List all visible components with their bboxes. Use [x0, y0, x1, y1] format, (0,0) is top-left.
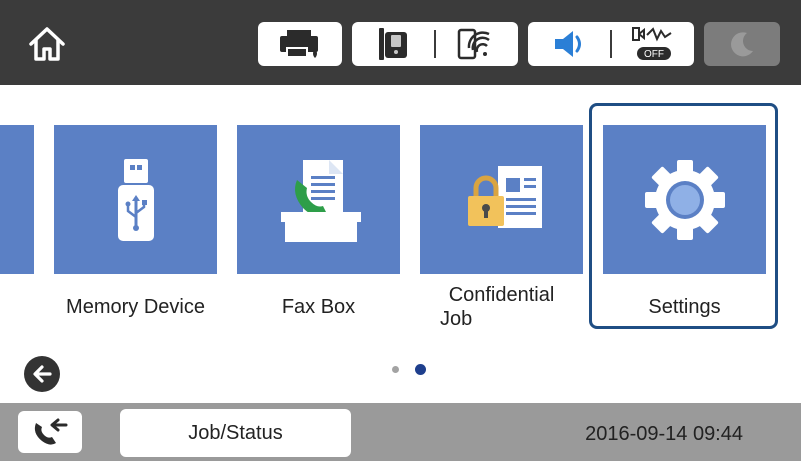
tile-label-confidential-job: Confidential Job	[420, 283, 583, 331]
tile-label-line-1: Confidential	[448, 284, 555, 306]
speaker-icon	[555, 31, 581, 57]
quiet-off-badge: OFF	[644, 49, 664, 60]
bottom-bar: Job/Status 2016-09-14 09:44	[0, 403, 801, 461]
sound-quiet-button[interactable]: OFF	[528, 22, 694, 66]
home-button[interactable]	[18, 20, 76, 68]
tile-confidential-job[interactable]	[420, 125, 583, 274]
fax-receive-icon	[34, 418, 68, 445]
tile-label-line-2: Job	[440, 308, 473, 330]
tile-memory-device[interactable]	[54, 125, 217, 274]
page-indicator-dot-2-active	[415, 364, 426, 375]
job-status-button[interactable]: Job/Status	[120, 409, 351, 457]
date-time-display: 2016-09-14 09:44	[585, 423, 743, 445]
selection-highlight	[589, 103, 778, 329]
sleep-button[interactable]	[704, 22, 780, 66]
wifi-icon	[457, 28, 490, 60]
usb-drive-icon	[117, 158, 154, 241]
tile-label-memory-device: Memory Device	[66, 296, 205, 318]
back-button[interactable]	[24, 356, 60, 392]
top-bar: OFF	[0, 0, 801, 85]
tile-previous-partial[interactable]	[0, 125, 34, 274]
confidential-job-icon	[467, 165, 542, 228]
fax-box-icon	[280, 159, 361, 242]
sleep-moon-icon	[731, 32, 753, 57]
arrow-left-icon	[33, 365, 52, 383]
fax-receive-button[interactable]	[18, 411, 82, 453]
home-icon	[29, 27, 65, 61]
quiet-mode-icon: OFF	[632, 27, 672, 60]
network-status-button[interactable]	[352, 22, 518, 66]
tile-label-fax-box: Fax Box	[281, 296, 356, 318]
printer-ink-icon	[280, 30, 318, 58]
printer-status-button[interactable]	[258, 22, 342, 66]
tile-fax-box[interactable]	[237, 125, 400, 274]
fax-line-icon	[379, 28, 407, 60]
page-indicator-dot-1	[392, 366, 399, 373]
